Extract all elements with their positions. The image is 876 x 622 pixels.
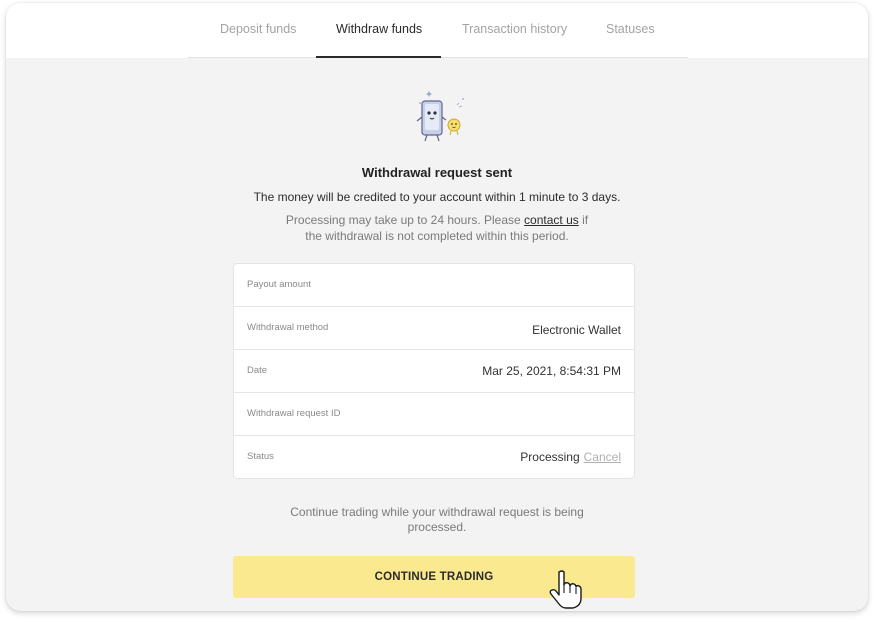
status-value: Processing [520, 450, 580, 464]
processing-info-text: Processing may take up to 24 hours. Plea… [276, 212, 598, 244]
tab-statuses[interactable]: Statuses [606, 22, 655, 36]
date-label: Date [247, 365, 268, 376]
tab-transaction-history[interactable]: Transaction history [462, 22, 567, 36]
withdrawal-method-label: Withdrawal method [247, 322, 329, 333]
status-value-group: Processing Cancel [520, 450, 621, 464]
request-id-label: Withdrawal request ID [247, 408, 341, 419]
details-row-request-id: Withdrawal request ID [234, 392, 634, 435]
tab-withdraw-funds[interactable]: Withdraw funds [336, 22, 422, 36]
tab-deposit-funds[interactable]: Deposit funds [220, 22, 296, 36]
continue-trading-note: Continue trading while your withdrawal r… [290, 505, 584, 534]
processing-text-pre: Processing may take up to 24 hours. Plea… [285, 213, 525, 227]
status-label: Status [247, 451, 274, 462]
credit-info-text: The money will be credited to your accou… [253, 190, 621, 204]
active-tab-indicator [316, 56, 441, 58]
date-value: Mar 25, 2021, 8:54:31 PM [482, 364, 621, 378]
hand-pointer-cursor-icon [549, 570, 582, 609]
contact-us-link[interactable]: contact us [524, 213, 579, 227]
cancel-withdrawal-link[interactable]: Cancel [584, 450, 621, 464]
details-row-method: Withdrawal method Electronic Wallet [234, 306, 634, 349]
wallet-mascot-icon [416, 91, 464, 142]
details-row-date: Date Mar 25, 2021, 8:54:31 PM [234, 349, 634, 392]
withdrawal-details-table: Payout amount Withdrawal method Electron… [233, 263, 635, 479]
details-row-payout-amount: Payout amount [234, 264, 634, 306]
withdrawal-window: Deposit funds Withdraw funds Transaction… [6, 3, 868, 611]
payout-amount-label: Payout amount [247, 279, 311, 290]
tab-bar: Deposit funds Withdraw funds Transaction… [6, 3, 868, 58]
withdrawal-method-value: Electronic Wallet [532, 323, 621, 337]
details-row-status: Status Processing Cancel [234, 435, 634, 478]
page-title: Withdrawal request sent [361, 165, 513, 180]
